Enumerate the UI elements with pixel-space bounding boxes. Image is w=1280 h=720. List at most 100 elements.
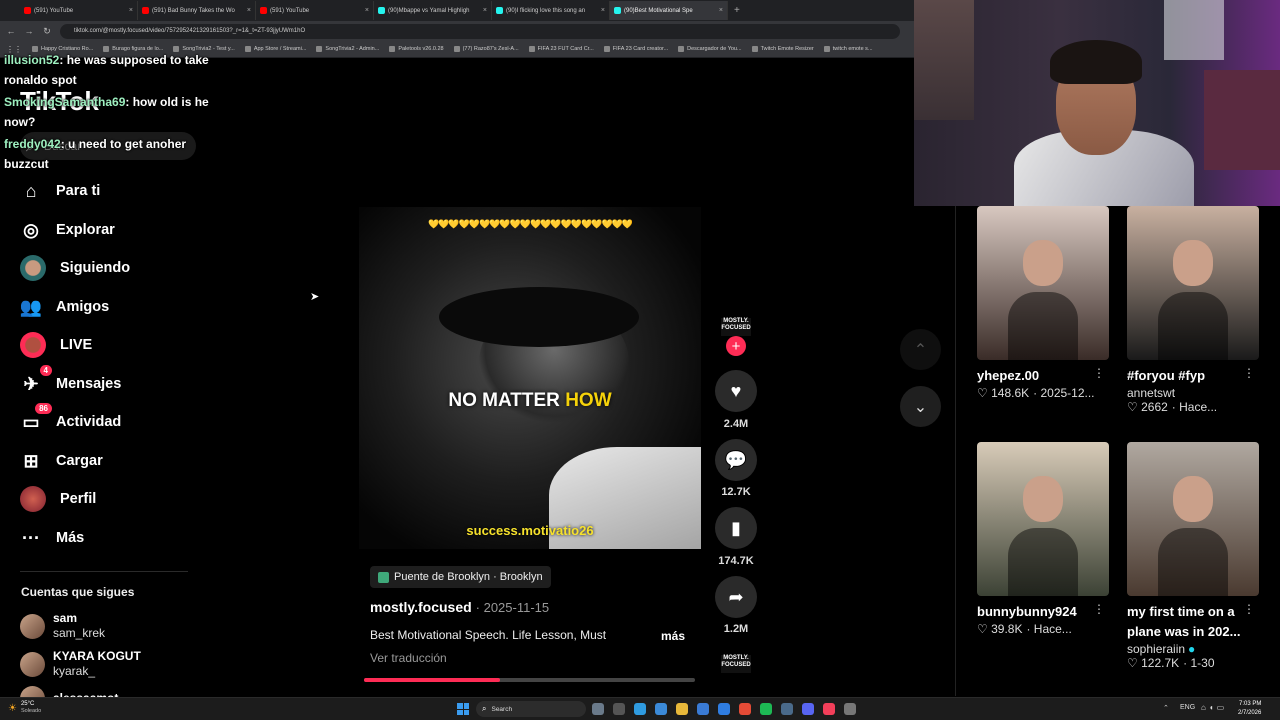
music-icon[interactable] [823,703,835,715]
more-button[interactable]: más [661,629,685,643]
sidebar-item-para-ti[interactable]: ⌂ Para ti [20,179,101,203]
video-card-author: annetswt [1127,386,1176,400]
related-video-card[interactable]: ⋮ my first time on a plane was in 202... s… [1127,442,1259,670]
browser-tab[interactable]: (90)Best Motivational Spe × [610,1,728,20]
file-explorer-icon[interactable] [676,703,688,715]
more-options-icon[interactable]: ⋮ [1093,602,1105,616]
sidebar-item-mensajes[interactable]: ✈ 4 Mensajes [20,365,121,396]
back-icon[interactable]: ← [6,26,16,36]
next-video-avatar[interactable]: MOSTLY. FOCUSED [721,655,751,673]
browser-tab[interactable]: (90)I flicking love this song an × [492,1,610,20]
bookmark-item[interactable]: (77) Razo87's Zesl-A... [453,46,519,52]
video-author[interactable]: mostly.focused [370,599,472,615]
browser-tab[interactable]: (591) YouTube × [256,1,374,20]
tray-icons[interactable]: ⌂◖▭ [1201,703,1227,712]
tab-close-icon[interactable]: × [247,7,251,14]
chat-username: freddy042 [4,137,61,151]
tab-close-icon[interactable]: × [129,7,133,14]
more-options-icon[interactable]: ⋮ [1243,602,1255,616]
following-account[interactable]: sam sam_krek [20,611,105,641]
forward-icon[interactable]: → [24,26,34,36]
related-video-card[interactable]: ⋮ yhepez.00 ♡ 148.6K · 2025-12... [977,206,1109,400]
related-video-card[interactable]: ⋮ #foryou #fyp annetswt ♡ 2662 · Hace... [1127,206,1259,414]
translate-link[interactable]: Ver traducción [370,651,447,665]
new-tab-icon[interactable]: + [734,5,740,16]
sidebar-item-perfil[interactable]: Perfil [20,486,96,512]
video-card-meta: ♡ 148.6K · 2025-12... [977,386,1109,400]
sidebar-item-más[interactable]: ··· Más [20,526,84,550]
browser-tab[interactable]: (90)Mbappe vs Yamal Highligh × [374,1,492,20]
sidebar-item-explorar[interactable]: ◎ Explorar [20,218,115,242]
bookmark-favicon-icon [389,46,396,52]
bookmark-item[interactable]: Twitch Emote Resizer [751,46,814,52]
share-button[interactable]: ➦ [715,576,757,618]
spotify-icon[interactable] [760,703,772,715]
start-button[interactable] [457,703,469,715]
discord-icon[interactable] [802,703,814,715]
task-view-icon[interactable] [613,703,625,715]
sidebar-item-actividad[interactable]: ▭ 86 Actividad [20,403,122,434]
sidebar-item-label: Actividad [56,414,122,430]
following-name: KYARA KOGUT [53,649,141,663]
following-account[interactable]: KYARA KOGUT kyarak_ [20,649,141,679]
location-tag[interactable]: Puente de Brooklyn · Brooklyn [370,566,551,588]
sidebar-item-amigos[interactable]: 👥 Amigos [20,295,109,319]
sidebar-item-siguiendo[interactable]: Siguiendo [20,255,130,281]
tab-close-icon[interactable]: × [483,7,487,14]
sidebar-item-cargar[interactable]: ⊞ Cargar [20,449,102,473]
like-button[interactable]: ♥ [715,370,757,412]
taskbar-search[interactable]: ⌕ Search [476,701,586,717]
bookmark-item[interactable]: SongTrivia2 - Admin... [316,46,379,52]
more-options-icon[interactable]: ⋮ [1243,366,1255,380]
messages-icon: ✈ 4 [20,365,52,395]
bookmark-label: Twitch Emote Resizer [760,46,814,52]
sidebar-item-live[interactable]: LIVE [20,332,92,358]
tab-close-icon[interactable]: × [601,7,605,14]
edge-icon[interactable] [634,703,646,715]
language-indicator[interactable]: ENG [1180,704,1195,711]
tab-close-icon[interactable]: × [365,7,369,14]
video-player[interactable]: 💛💛💛💛💛💛💛💛💛💛💛💛💛💛💛💛💛💛💛💛 NO MATTER HOW succe… [359,207,701,549]
store-icon[interactable] [655,703,667,715]
browser-tab[interactable]: (591) Bad Bunny Takes the Wo × [138,1,256,20]
browser-tab[interactable]: (591) YouTube × [20,1,138,20]
video-description: Best Motivational Speech. Life Lesson, M… [370,628,607,642]
follow-plus-button[interactable]: + [726,336,746,356]
system-clock[interactable]: 7:03 PM 2/7/2026 [1238,700,1261,718]
bookmark-item[interactable]: Descargador de You... [678,46,742,52]
sidebar-item-label: Amigos [56,299,110,315]
author-avatar[interactable]: MOSTLY. FOCUSED [721,318,751,336]
video-thumbnail[interactable] [977,442,1109,596]
widgets-icon[interactable] [592,703,604,715]
bookmark-item[interactable]: FIFA 23 FUT Card Cr... [528,46,594,52]
reload-icon[interactable]: ↻ [42,26,52,37]
next-video-button[interactable]: ⌄ [900,386,941,427]
tab-title: (591) YouTube [270,7,310,14]
related-video-card[interactable]: ⋮ bunnybunny924 ♡ 39.8K · Hace... [977,442,1109,636]
comment-button[interactable]: 💬 [715,439,757,481]
mail-icon[interactable] [718,703,730,715]
previous-video-button[interactable]: ⌃ [900,329,941,370]
calendar-icon[interactable] [697,703,709,715]
more-options-icon[interactable]: ⋮ [1093,366,1105,380]
video-thumbnail[interactable] [1127,206,1259,360]
bookmark-item[interactable]: Paletools v26.0.28 [389,46,444,52]
video-progress-track[interactable] [364,678,695,682]
location-label: Puente de Brooklyn · Brooklyn [394,571,543,583]
following-heading: Cuentas que sigues [21,585,135,599]
webcam-shelf-shape [914,0,974,120]
bookmark-item[interactable]: FIFA 23 Card creator... [603,46,668,52]
video-thumbnail[interactable] [1127,442,1259,596]
url-input[interactable]: tiktok.com/@mostly.focused/video/7572952… [60,23,900,39]
video-thumbnail[interactable] [977,206,1109,360]
app-icon[interactable] [844,703,856,715]
bookmark-item[interactable]: App Store / Streami... [244,46,306,52]
tray-chevron-icon[interactable]: ⌃ [1163,704,1169,712]
weather-widget[interactable]: ☀ 25°C Soleado [8,701,41,715]
bookmark-item[interactable]: twitch emote s... [823,46,873,52]
steam-icon[interactable] [781,703,793,715]
save-button[interactable]: ▮ [715,507,757,549]
tab-close-icon[interactable]: × [719,7,723,14]
video-card-likes: 2662 [1141,400,1168,414]
chrome-icon[interactable] [739,703,751,715]
